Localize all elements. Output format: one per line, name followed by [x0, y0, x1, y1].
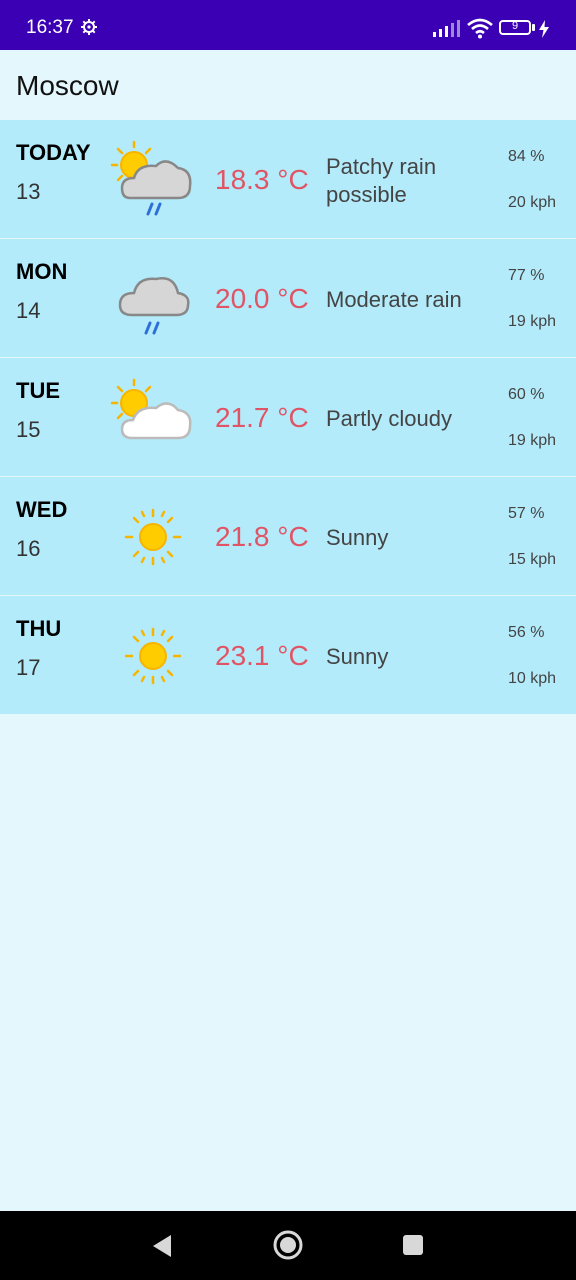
date-label: 16	[16, 536, 41, 561]
charging-icon	[539, 20, 549, 38]
humidity-value: 77 %	[508, 267, 545, 284]
date-label: 13	[16, 179, 41, 204]
date-label: 15	[16, 417, 41, 442]
forecast-row[interactable]: MON 14 20.0 °C Moderate rain 77 % 19 kph	[0, 239, 576, 358]
moderate-rain-icon	[118, 277, 190, 335]
city-name: Moscow	[16, 70, 119, 101]
wind-speed: 20 kph	[508, 194, 557, 211]
battery-level: 9	[511, 20, 519, 32]
day-label: THU	[16, 616, 62, 641]
app-header: Moscow	[0, 50, 576, 120]
condition-text: Sunny	[326, 644, 389, 669]
temperature: 20.0 °C	[215, 283, 309, 314]
back-icon[interactable]	[150, 1233, 174, 1259]
temperature: 18.3 °C	[215, 164, 309, 195]
forecast-row[interactable]: THU 17 23.1 °C Sunny 56 % 10 kph	[0, 596, 576, 715]
wifi-icon	[467, 18, 493, 39]
forecast-row[interactable]: WED 16 21.8 °C Sunny 57 % 15 kph	[0, 477, 576, 596]
wind-speed: 19 kph	[508, 432, 557, 449]
wind-speed: 19 kph	[508, 313, 557, 330]
navigation-bar	[0, 1211, 576, 1280]
patchy-rain-icon	[110, 140, 192, 216]
date-label: 14	[16, 298, 41, 323]
condition-text: Partly cloudy	[326, 406, 452, 431]
wind-speed: 10 kph	[508, 670, 557, 687]
humidity-value: 57 %	[508, 505, 545, 522]
condition-text: Patchy rain possible	[326, 154, 437, 207]
temperature: 21.7 °C	[215, 402, 309, 433]
day-label: TUE	[16, 378, 60, 403]
status-time: 16:37	[26, 17, 74, 38]
battery-icon: 9	[499, 20, 531, 35]
day-label: TODAY	[16, 140, 91, 165]
gear-icon	[81, 19, 97, 35]
sunny-icon	[124, 627, 182, 685]
humidity-value: 84 %	[508, 148, 545, 165]
home-icon[interactable]	[272, 1229, 304, 1261]
temperature: 23.1 °C	[215, 640, 309, 671]
day-label: MON	[16, 259, 68, 284]
wind-speed: 15 kph	[508, 551, 557, 568]
date-label: 17	[16, 655, 41, 680]
condition-text: Moderate rain	[326, 287, 462, 312]
humidity-value: 60 %	[508, 386, 545, 403]
condition-text: Sunny	[326, 525, 389, 550]
signal-icon	[433, 20, 460, 37]
forecast-row[interactable]: TUE 15 21.7 °C Partly cloudy 60 % 19 kph	[0, 358, 576, 477]
battery-nub	[532, 24, 535, 31]
recent-apps-icon[interactable]	[402, 1234, 424, 1256]
humidity-value: 56 %	[508, 624, 545, 641]
forecast-row[interactable]: TODAY 13 18.3 °C Patchy rain possible 84…	[0, 120, 576, 239]
temperature: 21.8 °C	[215, 521, 309, 552]
day-label: WED	[16, 497, 68, 522]
sunny-icon	[124, 508, 182, 566]
status-bar: 16:37 9	[0, 0, 576, 50]
forecast-list: TODAY 13 18.3 °C Patchy rain possible 84…	[0, 120, 576, 715]
partly-cloudy-icon	[110, 378, 192, 440]
